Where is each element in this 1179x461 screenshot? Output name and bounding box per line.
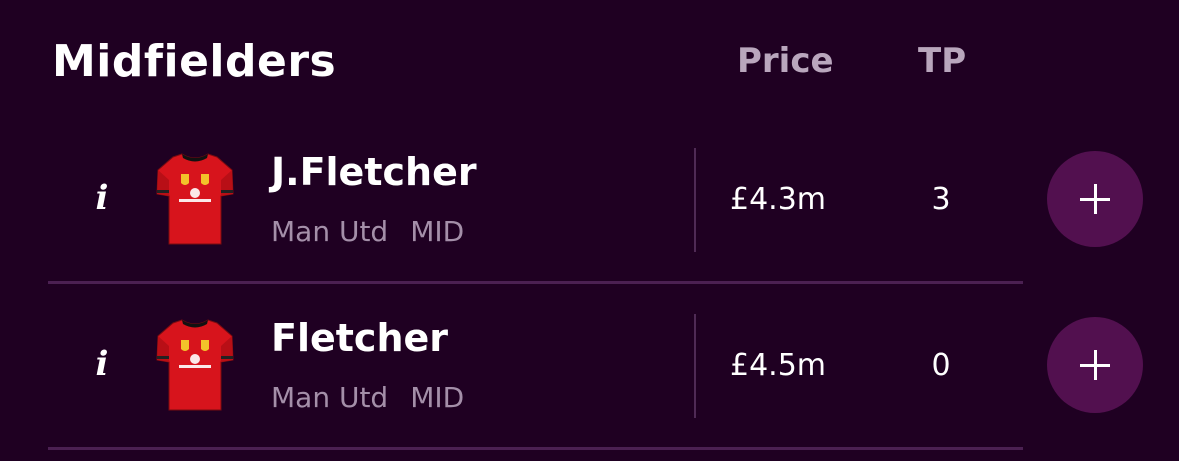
player-name[interactable]: J.Fletcher	[271, 148, 477, 196]
player-name[interactable]: Fletcher	[271, 314, 448, 362]
player-team: Man Utd	[271, 381, 389, 414]
player-position: MID	[410, 215, 465, 248]
player-position: MID	[410, 381, 465, 414]
row-divider	[48, 447, 1023, 450]
player-meta: Man Utd MID	[271, 214, 464, 250]
player-price: £4.5m	[730, 348, 827, 383]
player-price: £4.3m	[730, 182, 827, 217]
man-utd-shirt-icon	[156, 319, 234, 411]
column-divider	[694, 314, 696, 418]
section-title: Midfielders	[52, 36, 337, 87]
tp-column-header: TP	[918, 41, 967, 81]
info-icon[interactable]: i	[90, 342, 114, 386]
add-player-button[interactable]	[1047, 317, 1143, 413]
player-team: Man Utd	[271, 215, 389, 248]
column-divider	[694, 148, 696, 252]
player-total-points: 0	[931, 348, 951, 383]
player-row: i J.Fletcher Man Utd MID £4.3m 3	[0, 118, 1179, 284]
player-total-points: 3	[931, 182, 951, 217]
player-row: i Fletcher Man Utd MID £4.5m 0	[0, 284, 1179, 450]
player-meta: Man Utd MID	[271, 380, 464, 416]
man-utd-shirt-icon	[156, 153, 234, 245]
price-column-header: Price	[737, 41, 834, 81]
info-icon[interactable]: i	[90, 176, 114, 220]
add-player-button[interactable]	[1047, 151, 1143, 247]
